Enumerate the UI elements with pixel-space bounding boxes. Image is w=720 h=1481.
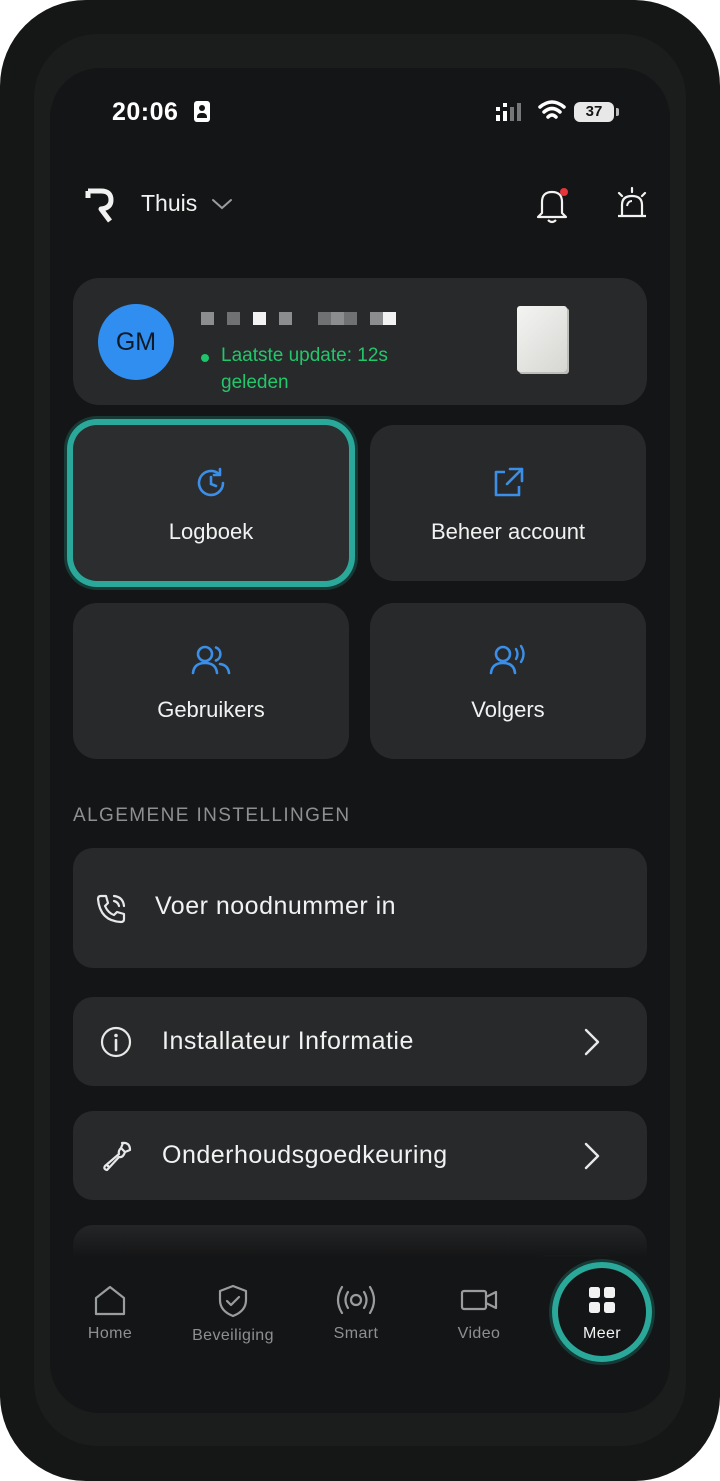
hub-device-image: [517, 306, 567, 372]
users-tile[interactable]: Gebruikers: [73, 603, 349, 759]
users-icon: [191, 645, 231, 675]
nav-label: Beveiliging: [192, 1327, 274, 1344]
home-icon: [94, 1285, 126, 1316]
contact-card-icon: [194, 101, 210, 122]
nav-label: Home: [87, 1325, 133, 1342]
manage-account-tile[interactable]: Beheer account: [370, 425, 646, 581]
avatar: GM: [98, 304, 174, 380]
info-icon: [100, 1026, 132, 1058]
history-icon: [197, 467, 225, 497]
row-label: Installateur Informatie: [162, 1027, 414, 1055]
phone-call-icon: [96, 894, 126, 924]
wrench-icon: [103, 1141, 132, 1172]
notification-dot: [560, 188, 568, 196]
nav-smart[interactable]: Smart: [306, 1258, 406, 1343]
chevron-right-icon: [584, 1142, 600, 1170]
tile-label: Logboek: [168, 519, 254, 544]
external-link-icon: [494, 467, 524, 497]
row-label: Voer noodnummer in: [155, 892, 397, 920]
alarm-siren-icon[interactable]: [614, 186, 650, 222]
maintenance-approval-row[interactable]: Onderhoudsgoedkeuring: [73, 1111, 647, 1200]
nav-video[interactable]: Video: [429, 1258, 529, 1343]
logbook-tile[interactable]: Logboek: [73, 425, 349, 581]
tile-label: Beheer account: [430, 519, 586, 544]
shield-icon: [218, 1284, 248, 1318]
app-screen: 20:06 37 Thuis GM Laatste update: 12s ge…: [50, 68, 670, 1413]
nav-label: Video: [457, 1325, 501, 1342]
online-status-dot: [201, 354, 209, 362]
row-label: Onderhoudsgoedkeuring: [162, 1141, 448, 1169]
section-title: ALGEMENE INSTELLINGEN: [73, 805, 351, 826]
home-name: Thuis: [141, 190, 198, 216]
home-selector[interactable]: Thuis: [141, 190, 233, 217]
wifi-icon: [538, 100, 566, 119]
redacted-device-name: [201, 312, 396, 325]
followers-tile[interactable]: Volgers: [370, 603, 646, 759]
battery-icon: 37: [574, 102, 619, 122]
chevron-right-icon: [584, 1028, 600, 1056]
nav-label: Smart: [333, 1325, 379, 1342]
device-card[interactable]: GM Laatste update: 12s geleden: [73, 278, 647, 405]
signal-icon: [496, 103, 521, 121]
last-update-text: Laatste update: 12s geleden: [221, 345, 388, 393]
nav-security[interactable]: Beveiliging: [183, 1258, 283, 1345]
video-icon: [460, 1289, 498, 1311]
followers-icon: [489, 644, 525, 675]
chevron-down-icon: [212, 198, 233, 209]
broadcast-icon: [336, 1285, 376, 1315]
status-time: 20:06: [112, 98, 179, 126]
emergency-number-row[interactable]: Voer noodnummer in: [73, 848, 647, 968]
installer-info-row[interactable]: Installateur Informatie: [73, 997, 647, 1086]
brand-logo-icon: [85, 188, 114, 223]
focus-ring: [552, 1262, 652, 1362]
tile-label: Volgers: [471, 697, 545, 722]
tile-label: Gebruikers: [157, 697, 265, 722]
nav-home[interactable]: Home: [60, 1258, 160, 1343]
nav-fade: [50, 1218, 670, 1258]
